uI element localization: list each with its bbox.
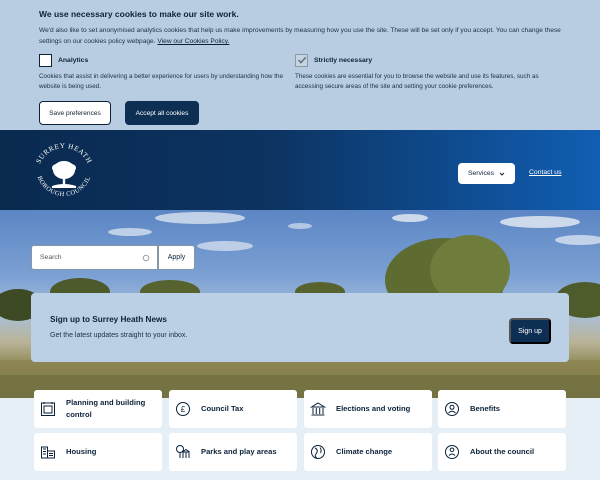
card-label: About the council bbox=[470, 447, 535, 456]
search-input[interactable]: Search bbox=[31, 245, 158, 270]
service-cards: Planning and building control £ Council … bbox=[0, 390, 600, 480]
info-person-icon bbox=[445, 445, 459, 459]
building-columns-icon bbox=[310, 402, 326, 416]
card-label: Benefits bbox=[470, 404, 500, 413]
necessary-option: Strictly necessary These cookies are ess… bbox=[295, 52, 551, 92]
hero-section: Search Apply Sign up to Surrey Heath New… bbox=[0, 210, 600, 398]
newsletter-signup-panel: Sign up to Surrey Heath News Get the lat… bbox=[31, 293, 569, 362]
card-benefits[interactable]: Benefits bbox=[438, 390, 566, 428]
accept-all-cookies-button[interactable]: Accept all cookies bbox=[125, 101, 199, 125]
necessary-label: Strictly necessary bbox=[314, 56, 373, 64]
cookie-banner: We use necessary cookies to make our sit… bbox=[0, 0, 600, 130]
sign-up-button[interactable]: Sign up bbox=[509, 318, 551, 344]
card-label: Planning and building control bbox=[66, 398, 146, 419]
globe-leaf-icon bbox=[311, 445, 325, 459]
surrey-heath-logo[interactable]: SURREY HEATH BOROUGH COUNCIL bbox=[30, 138, 98, 204]
card-about-council[interactable]: About the council bbox=[438, 433, 566, 471]
card-council-tax[interactable]: £ Council Tax bbox=[169, 390, 297, 428]
person-icon bbox=[445, 402, 459, 416]
signup-text: Get the latest updates straight to your … bbox=[50, 332, 188, 339]
card-label: Council Tax bbox=[201, 404, 244, 413]
search-icon bbox=[142, 254, 150, 262]
card-parks[interactable]: Parks and play areas bbox=[169, 433, 297, 471]
contact-us-link[interactable]: Contact us bbox=[529, 169, 562, 176]
card-label: Parks and play areas bbox=[201, 447, 277, 456]
card-climate-change[interactable]: Climate change bbox=[304, 433, 432, 471]
cookie-title: We use necessary cookies to make our sit… bbox=[39, 9, 239, 19]
cookies-policy-link[interactable]: View our Cookies Policy. bbox=[157, 38, 229, 45]
card-label: Elections and voting bbox=[336, 404, 411, 413]
card-elections[interactable]: Elections and voting bbox=[304, 390, 432, 428]
search-placeholder: Search bbox=[40, 254, 62, 261]
cookie-intro: We'd also like to set anonymised analyti… bbox=[39, 27, 561, 45]
checkmark-icon bbox=[297, 56, 306, 64]
signup-title: Sign up to Surrey Heath News bbox=[50, 315, 167, 324]
analytics-description: Cookies that assist in delivering a bett… bbox=[39, 73, 283, 90]
necessary-checkbox bbox=[295, 53, 308, 67]
services-dropdown-button[interactable]: Services bbox=[458, 163, 515, 184]
chevron-down-icon bbox=[499, 172, 505, 176]
analytics-label: Analytics bbox=[58, 56, 89, 64]
svg-text:£: £ bbox=[181, 405, 186, 414]
card-label: Housing bbox=[66, 447, 97, 456]
services-label: Services bbox=[467, 170, 495, 177]
analytics-checkbox[interactable] bbox=[39, 53, 52, 67]
analytics-option: Analytics Cookies that assist in deliver… bbox=[39, 52, 295, 92]
card-housing[interactable]: Housing bbox=[34, 433, 162, 471]
card-label: Climate change bbox=[336, 447, 393, 456]
site-header: SURREY HEATH BOROUGH COUNCIL Services Co… bbox=[0, 130, 600, 210]
park-icon bbox=[176, 445, 190, 458]
save-preferences-button[interactable]: Save preferences bbox=[39, 101, 111, 125]
pound-coin-icon: £ bbox=[176, 402, 190, 416]
necessary-description: These cookies are essential for you to b… bbox=[295, 73, 539, 90]
planning-icon bbox=[41, 402, 55, 416]
housing-icon bbox=[41, 446, 55, 459]
card-planning[interactable]: Planning and building control bbox=[34, 390, 162, 428]
apply-button[interactable]: Apply bbox=[158, 245, 195, 270]
